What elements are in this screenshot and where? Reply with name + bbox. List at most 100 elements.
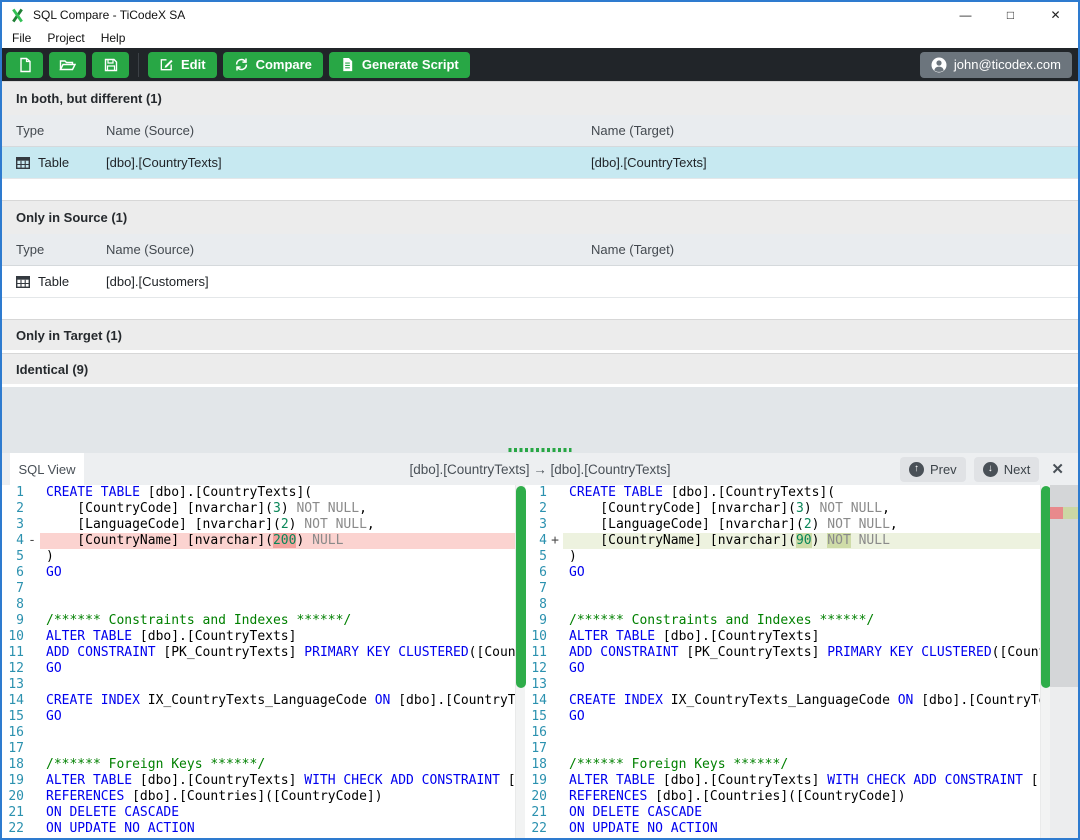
- diff-sign: [24, 757, 40, 773]
- user-account-badge[interactable]: john@ticodex.com: [920, 52, 1072, 78]
- overview-added-marker[interactable]: [1063, 507, 1078, 519]
- row-type-cell: Table: [2, 155, 106, 170]
- source-code-line: 4- [CountryName] [nvarchar](200) NULL: [2, 533, 515, 549]
- column-header[interactable]: Name (Source): [106, 242, 591, 257]
- code-text: [LanguageCode] [nvarchar](2) NOT NULL,: [40, 517, 375, 533]
- code-text: GO: [563, 661, 585, 677]
- diff-sign: [24, 549, 40, 565]
- new-project-button[interactable]: [6, 52, 43, 78]
- section-header[interactable]: In both, but different (1): [2, 81, 1078, 115]
- maximize-button[interactable]: □: [988, 2, 1033, 28]
- code-text: [40, 741, 46, 757]
- diff-sign: [547, 821, 563, 837]
- minimize-button[interactable]: —: [943, 2, 988, 28]
- menu-file[interactable]: File: [4, 31, 39, 45]
- menu-project[interactable]: Project: [39, 31, 92, 45]
- target-code-line: 20REFERENCES [dbo].[Countries]([CountryC…: [525, 789, 1040, 805]
- code-text: [CountryName] [nvarchar](90) NOT NULL: [563, 533, 1040, 549]
- target-sql-pane[interactable]: 1CREATE TABLE [dbo].[CountryTexts](2 [Co…: [525, 485, 1040, 838]
- section-header[interactable]: Only in Source (1): [2, 200, 1078, 234]
- section-padding: [2, 298, 1078, 319]
- diff-sign: [24, 645, 40, 661]
- open-project-button[interactable]: [49, 52, 86, 78]
- diff-overview-ruler[interactable]: [1050, 485, 1078, 838]
- overview-deleted-marker[interactable]: [1050, 507, 1063, 519]
- source-code-line: 13: [2, 677, 515, 693]
- column-header[interactable]: Type: [2, 242, 106, 257]
- diff-sign: [547, 501, 563, 517]
- title-bar: SQL Compare - TiCodeX SA — □ ✕: [2, 2, 1078, 28]
- target-code-line: 17: [525, 741, 1040, 757]
- source-code-line: 19ALTER TABLE [dbo].[CountryTexts] WITH …: [2, 773, 515, 789]
- code-text: ALTER TABLE [dbo].[CountryTexts] WITH CH…: [563, 773, 1040, 789]
- next-label: Next: [1004, 462, 1031, 477]
- source-code-line: 17: [2, 741, 515, 757]
- target-code-line: 8: [525, 597, 1040, 613]
- diff-sign: [24, 581, 40, 597]
- diff-sign: [24, 597, 40, 613]
- diff-sign: [24, 709, 40, 725]
- line-number: 16: [2, 725, 24, 741]
- code-text: CREATE TABLE [dbo].[CountryTexts](: [40, 485, 312, 501]
- new-file-icon: [17, 57, 33, 73]
- close-button[interactable]: ✕: [1033, 2, 1078, 28]
- column-header[interactable]: Name (Target): [591, 242, 1078, 257]
- line-number: 7: [2, 581, 24, 597]
- row-type-label: Table: [38, 155, 69, 170]
- splitter-grip[interactable]: [509, 448, 572, 452]
- source-scrollbar[interactable]: [515, 485, 525, 838]
- target-code-line: 22ON UPDATE NO ACTION: [525, 821, 1040, 837]
- code-text: ON DELETE CASCADE: [40, 805, 179, 821]
- target-code-line: 16: [525, 725, 1040, 741]
- code-text: [563, 677, 569, 693]
- table-row[interactable]: Table[dbo].[CountryTexts][dbo].[CountryT…: [2, 147, 1078, 179]
- code-text: [CountryCode] [nvarchar](3) NOT NULL,: [563, 501, 890, 517]
- target-code-line: 1CREATE TABLE [dbo].[CountryTexts](: [525, 485, 1040, 501]
- code-text: ): [563, 549, 577, 565]
- toolbar-separator: [138, 53, 139, 77]
- source-code-line: 5): [2, 549, 515, 565]
- compare-button-label: Compare: [256, 57, 312, 72]
- column-header[interactable]: Type: [2, 123, 106, 138]
- line-number: 17: [525, 741, 547, 757]
- target-scrollbar[interactable]: [1040, 485, 1050, 838]
- source-code-line: 11ADD CONSTRAINT [PK_CountryTexts] PRIMA…: [2, 645, 515, 661]
- next-diff-button[interactable]: ↓ Next: [974, 457, 1040, 482]
- edit-button[interactable]: Edit: [148, 52, 217, 78]
- source-sql-pane[interactable]: 1CREATE TABLE [dbo].[CountryTexts](2 [Co…: [2, 485, 515, 838]
- close-sql-view-button[interactable]: ✕: [1047, 460, 1068, 478]
- line-number: 13: [2, 677, 24, 693]
- window-title: SQL Compare - TiCodeX SA: [33, 8, 185, 22]
- source-code-line: 7: [2, 581, 515, 597]
- target-code-line: 9/****** Constraints and Indexes ******/: [525, 613, 1040, 629]
- line-number: 11: [2, 645, 24, 661]
- code-text: /****** Constraints and Indexes ******/: [40, 613, 351, 629]
- prev-diff-button[interactable]: ↑ Prev: [900, 457, 966, 482]
- target-code-line: 19ALTER TABLE [dbo].[CountryTexts] WITH …: [525, 773, 1040, 789]
- generate-script-button[interactable]: Generate Script: [329, 52, 470, 78]
- diff-sign: [547, 629, 563, 645]
- diff-sign: [24, 501, 40, 517]
- diff-sign: [24, 485, 40, 501]
- code-text: ALTER TABLE [dbo].[CountryTexts] WITH CH…: [40, 773, 515, 789]
- line-number: 4: [2, 533, 24, 549]
- code-text: [563, 741, 569, 757]
- save-project-button[interactable]: [92, 52, 129, 78]
- compare-button[interactable]: Compare: [223, 52, 323, 78]
- table-row[interactable]: Table[dbo].[Customers]: [2, 266, 1078, 298]
- open-folder-icon: [59, 57, 76, 73]
- menu-help[interactable]: Help: [93, 31, 134, 45]
- column-header[interactable]: Name (Source): [106, 123, 591, 138]
- code-text: GO: [563, 709, 585, 725]
- diff-sign: [24, 661, 40, 677]
- section-header[interactable]: Only in Target (1): [2, 319, 1078, 353]
- section-header[interactable]: Identical (9): [2, 353, 1078, 387]
- tab-sql-view[interactable]: SQL View: [10, 453, 84, 485]
- source-code-line: 18/****** Foreign Keys ******/: [2, 757, 515, 773]
- column-header[interactable]: Name (Target): [591, 123, 1078, 138]
- line-number: 1: [525, 485, 547, 501]
- line-number: 3: [2, 517, 24, 533]
- line-number: 12: [2, 661, 24, 677]
- line-number: 9: [525, 613, 547, 629]
- diff-sign: [547, 773, 563, 789]
